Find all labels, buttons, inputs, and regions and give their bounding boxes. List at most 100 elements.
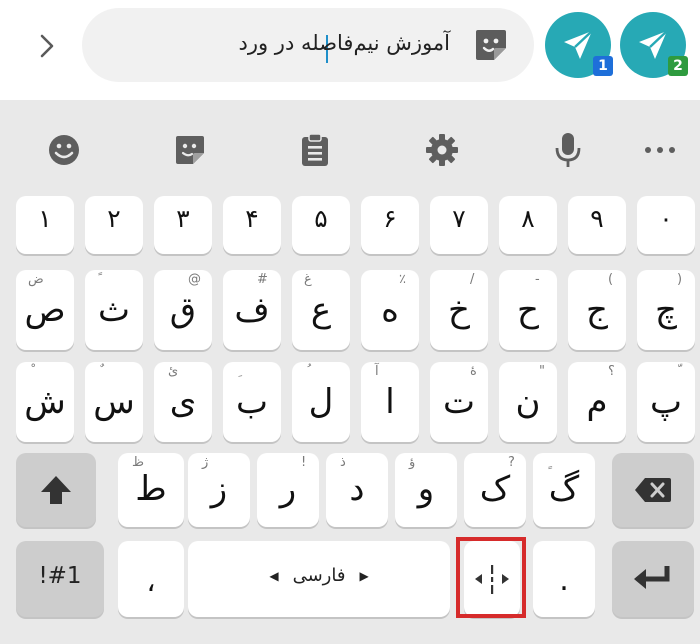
send-button-1[interactable]: 1 <box>545 12 613 78</box>
enter-icon <box>634 566 670 589</box>
key-label: ۰ <box>659 204 673 233</box>
key-letter[interactable]: ۀت <box>430 362 488 442</box>
key-hint: ٪ <box>399 272 406 287</box>
key-letter[interactable]: -ح <box>499 270 557 350</box>
key-label: ۹ <box>590 204 604 233</box>
more-icon[interactable] <box>638 128 682 172</box>
key-letter[interactable]: ّپ <box>637 362 695 442</box>
key-letter[interactable]: " ن <box>499 362 557 442</box>
key-hint: @ <box>188 272 201 287</box>
key-letter[interactable]: ! ر <box>257 453 319 527</box>
key-1[interactable]: ۱ <box>16 196 74 254</box>
key-label: ف <box>234 290 270 330</box>
space-bar[interactable]: ◀ فارسی ▶ <box>188 541 450 617</box>
key-3[interactable]: ۳ <box>154 196 212 254</box>
key-label: ۸ <box>521 204 535 233</box>
comma-key[interactable]: ، <box>118 541 184 617</box>
key-8[interactable]: ۸ <box>499 196 557 254</box>
key-label: ۱ <box>38 204 52 233</box>
key-0[interactable]: ۰ <box>637 196 695 254</box>
key-hint: ض <box>28 272 44 287</box>
symbols-button[interactable]: !#1 <box>16 541 104 617</box>
chevron-right-icon[interactable] <box>32 28 62 64</box>
key-letter[interactable]: ؤو <box>395 453 457 527</box>
key-hint: ? <box>508 455 515 470</box>
key-hint: " <box>539 364 545 379</box>
compose-bar: آموزش نیم‌فاصله در ورد 1 2 <box>0 0 700 100</box>
key-label: ج <box>586 290 608 330</box>
key-label: ا <box>385 382 395 422</box>
key-letter[interactable]: ْش <box>16 362 74 442</box>
key-hint: ! <box>301 455 307 470</box>
key-letter[interactable]: (ج <box>568 270 626 350</box>
microphone-icon[interactable] <box>546 128 590 172</box>
key-label: ۷ <box>452 204 466 233</box>
key-label: . <box>559 563 569 598</box>
key-hint: ظ <box>132 455 145 470</box>
key-hint: ۀ <box>470 364 477 379</box>
message-input[interactable]: آموزش نیم‌فاصله در ورد <box>82 8 534 82</box>
key-hint: ذ <box>340 455 346 470</box>
key-letter[interactable]: آا <box>361 362 419 442</box>
key-letter[interactable]: ِب <box>223 362 281 442</box>
message-input-text: آموزش نیم‌فاصله در ورد <box>238 31 451 55</box>
shift-button[interactable] <box>16 453 96 527</box>
key-label: ز <box>210 469 228 509</box>
key-hint: - <box>535 272 540 287</box>
key-hint: ژ <box>202 455 209 470</box>
key-label: چ <box>655 290 677 330</box>
key-hint: ( <box>608 272 614 287</box>
key-letter[interactable]: ظط <box>118 453 184 527</box>
key-letter[interactable]: ) چ <box>637 270 695 350</box>
emoji-icon[interactable] <box>42 128 86 172</box>
key-label: ۵ <box>314 204 328 233</box>
send-icon <box>564 30 593 59</box>
key-label: ۴ <box>245 204 259 233</box>
key-5[interactable]: ۵ <box>292 196 350 254</box>
key-label: ۳ <box>176 204 190 233</box>
key-hint: ئ <box>168 364 179 379</box>
highlight-box <box>456 537 526 618</box>
send-icon <box>639 30 668 59</box>
key-letter[interactable]: ذد <box>326 453 388 527</box>
key-6[interactable]: ۶ <box>361 196 419 254</box>
key-letter[interactable]: ضص <box>16 270 74 350</box>
key-label: و <box>417 469 435 509</box>
key-letter[interactable]: # ف <box>223 270 281 350</box>
key-label: ق <box>169 290 197 330</box>
send-button-2[interactable]: 2 <box>620 12 688 78</box>
key-letter[interactable]: ٌس <box>85 362 143 442</box>
settings-icon[interactable] <box>420 128 464 172</box>
key-label: ه <box>381 290 399 330</box>
key-letter[interactable]: ُل <box>292 362 350 442</box>
key-letter[interactable]: / خ <box>430 270 488 350</box>
backspace-button[interactable] <box>612 453 694 527</box>
key-letter[interactable]: ًث <box>85 270 143 350</box>
key-letter[interactable]: ٪ ه <box>361 270 419 350</box>
enter-button[interactable] <box>612 541 694 617</box>
key-4[interactable]: ۴ <box>223 196 281 254</box>
key-label: ک <box>479 469 511 509</box>
key-label: پ <box>649 382 682 422</box>
key-letter[interactable]: ئی <box>154 362 212 442</box>
key-label: د <box>349 469 365 509</box>
key-label: س <box>93 382 135 422</box>
key-label: م <box>586 382 608 422</box>
key-label: ر <box>279 469 297 509</box>
key-label: ل <box>308 382 334 422</box>
arrow-right-icon: ▶ <box>359 568 369 583</box>
key-2[interactable]: ۲ <box>85 196 143 254</box>
period-key[interactable]: . <box>533 541 595 617</box>
key-7[interactable]: ۷ <box>430 196 488 254</box>
key-label: ن <box>515 382 541 422</box>
key-letter[interactable]: ٍگ <box>533 453 595 527</box>
sticker-icon[interactable] <box>472 26 510 64</box>
key-letter[interactable]: @ ق <box>154 270 212 350</box>
key-letter[interactable]: غع <box>292 270 350 350</box>
sticker-icon[interactable] <box>168 128 212 172</box>
clipboard-icon[interactable] <box>293 128 337 172</box>
key-letter[interactable]: ؟ م <box>568 362 626 442</box>
key-letter[interactable]: ژز <box>188 453 250 527</box>
key-letter[interactable]: ? ک <box>464 453 526 527</box>
key-9[interactable]: ۹ <box>568 196 626 254</box>
